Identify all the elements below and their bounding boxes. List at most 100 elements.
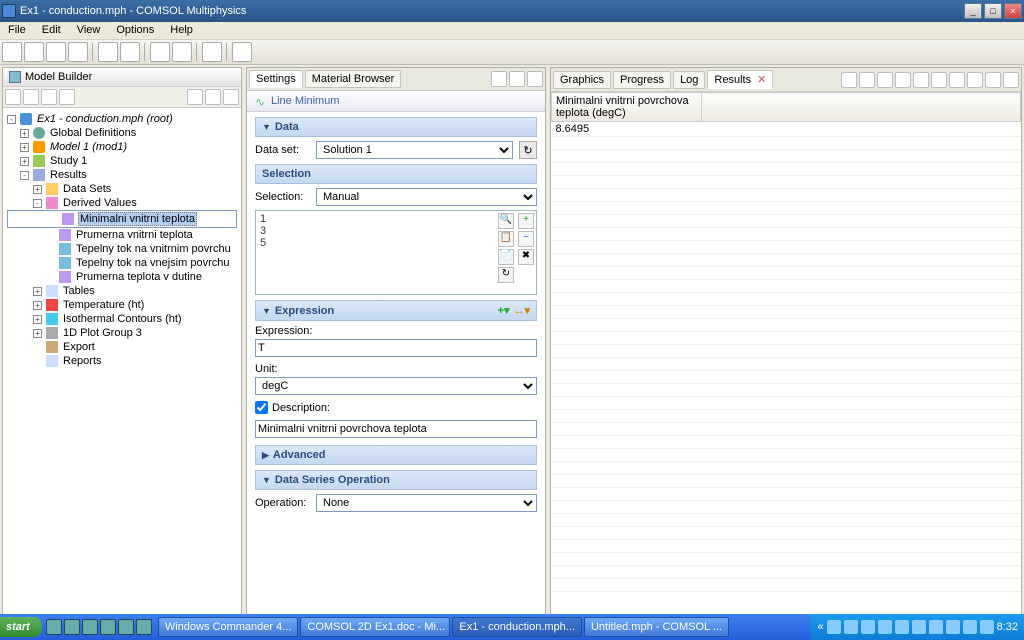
- dataset-select[interactable]: Solution 1: [316, 141, 513, 159]
- section-advanced[interactable]: ▶Advanced: [255, 445, 537, 465]
- menu-edit[interactable]: Edit: [34, 22, 69, 39]
- tree-tool-btn[interactable]: [41, 89, 57, 105]
- tab-material-browser[interactable]: Material Browser: [305, 70, 402, 88]
- description-checkbox[interactable]: [255, 401, 268, 414]
- tab-settings[interactable]: Settings: [249, 70, 303, 88]
- ql-icon[interactable]: [136, 619, 152, 635]
- results-tool-btn[interactable]: [895, 72, 911, 88]
- minimize-button[interactable]: _: [964, 3, 982, 19]
- ql-icon[interactable]: [64, 619, 80, 635]
- tray-icon[interactable]: [861, 620, 875, 634]
- tree-tool-btn[interactable]: [223, 89, 239, 105]
- tree-global-defs[interactable]: Global Definitions: [49, 127, 137, 139]
- tree-avg-dutina[interactable]: Prumerna teplota v dutine: [75, 271, 203, 283]
- tree-avg-teplota[interactable]: Prumerna vnitrni teplota: [75, 229, 194, 241]
- section-data[interactable]: ▼Data: [255, 117, 537, 137]
- toolbar-btn[interactable]: [68, 42, 88, 62]
- toolbar-btn[interactable]: [232, 42, 252, 62]
- panel-btn[interactable]: [509, 71, 525, 87]
- tab-graphics[interactable]: Graphics: [553, 71, 611, 89]
- tree-temperature[interactable]: Temperature (ht): [62, 299, 145, 311]
- results-tool-btn[interactable]: [1003, 72, 1019, 88]
- tray-icon[interactable]: [912, 620, 926, 634]
- toolbar-btn[interactable]: [2, 42, 22, 62]
- toolbar-btn[interactable]: [24, 42, 44, 62]
- tray-icon[interactable]: [929, 620, 943, 634]
- section-expression[interactable]: ▼Expression +▾ ↔▾: [255, 300, 537, 321]
- description-input[interactable]: [255, 420, 537, 438]
- expression-input[interactable]: [255, 339, 537, 357]
- task-comsol-untitled[interactable]: Untitled.mph - COMSOL ...: [584, 617, 729, 637]
- results-tool-btn[interactable]: [877, 72, 893, 88]
- toolbar-btn[interactable]: [172, 42, 192, 62]
- tree-tool-btn[interactable]: [23, 89, 39, 105]
- tree-tables[interactable]: Tables: [62, 285, 96, 297]
- menu-view[interactable]: View: [69, 22, 109, 39]
- unit-select[interactable]: degC: [255, 377, 537, 395]
- selection-select[interactable]: Manual: [316, 188, 537, 206]
- results-tool-btn[interactable]: [841, 72, 857, 88]
- sel-paste-button[interactable]: 📋: [498, 231, 514, 247]
- sel-add-button[interactable]: +: [518, 213, 534, 229]
- sel-next-button[interactable]: ↻: [498, 267, 514, 283]
- task-wincmd[interactable]: Windows Commander 4...: [158, 617, 299, 637]
- results-cell[interactable]: 8.6495: [552, 122, 702, 137]
- tab-progress[interactable]: Progress: [613, 71, 671, 89]
- menu-file[interactable]: File: [0, 22, 34, 39]
- tree-model1[interactable]: Model 1 (mod1): [49, 141, 128, 153]
- toolbar-btn[interactable]: [46, 42, 66, 62]
- menu-help[interactable]: Help: [162, 22, 201, 39]
- tree-results[interactable]: Results: [49, 169, 88, 181]
- results-col-header-empty[interactable]: [702, 93, 1021, 122]
- tree-tool-btn[interactable]: [205, 89, 221, 105]
- task-word[interactable]: COMSOL 2D Ex1.doc - Mi...: [300, 617, 450, 637]
- tray-icon[interactable]: [844, 620, 858, 634]
- model-tree[interactable]: -Ex1 - conduction.mph (root) +Global Def…: [3, 108, 241, 617]
- tree-datasets[interactable]: Data Sets: [62, 183, 112, 195]
- tree-tok-vnitrni[interactable]: Tepelny tok na vnitrnim povrchu: [75, 243, 232, 255]
- sel-toggle-button[interactable]: 🔍: [498, 213, 514, 229]
- tab-log[interactable]: Log: [673, 71, 705, 89]
- close-button[interactable]: ×: [1004, 3, 1022, 19]
- task-comsol-ex1[interactable]: Ex1 - conduction.mph...: [452, 617, 582, 637]
- section-dso[interactable]: ▼Data Series Operation: [255, 470, 537, 490]
- tray-icon[interactable]: [980, 620, 994, 634]
- sel-clear-button[interactable]: ✖: [518, 249, 534, 265]
- toolbar-btn[interactable]: [98, 42, 118, 62]
- sel-remove-button[interactable]: −: [518, 231, 534, 247]
- tab-results[interactable]: Results✕: [707, 70, 773, 89]
- tray-icon[interactable]: [827, 620, 841, 634]
- tree-tool-btn[interactable]: [187, 89, 203, 105]
- tray-icon[interactable]: [946, 620, 960, 634]
- tree-tok-vnejsi[interactable]: Tepelny tok na vnejsim povrchu: [75, 257, 230, 269]
- menu-options[interactable]: Options: [108, 22, 162, 39]
- toolbar-btn[interactable]: [120, 42, 140, 62]
- dataset-goto-button[interactable]: ↻: [519, 141, 537, 159]
- tray-icon[interactable]: [963, 620, 977, 634]
- ql-icon[interactable]: [82, 619, 98, 635]
- tray-icon[interactable]: [895, 620, 909, 634]
- start-button[interactable]: start: [0, 617, 42, 637]
- maximize-button[interactable]: □: [984, 3, 1002, 19]
- tray-icon[interactable]: [878, 620, 892, 634]
- toolbar-btn[interactable]: [202, 42, 222, 62]
- results-tool-btn[interactable]: [913, 72, 929, 88]
- tree-iso[interactable]: Isothermal Contours (ht): [62, 313, 183, 325]
- results-tool-btn[interactable]: [859, 72, 875, 88]
- expr-replace-button[interactable]: ↔▾: [513, 304, 530, 317]
- operation-select[interactable]: None: [316, 494, 537, 512]
- results-col-header[interactable]: Minimalni vnitrni povrchova teplota (deg…: [552, 93, 702, 122]
- results-tool-btn[interactable]: [967, 72, 983, 88]
- tree-study1[interactable]: Study 1: [49, 155, 88, 167]
- tree-plotgroup[interactable]: 1D Plot Group 3: [62, 327, 143, 339]
- toolbar-btn[interactable]: [150, 42, 170, 62]
- ql-icon[interactable]: [118, 619, 134, 635]
- expr-add-button[interactable]: +▾: [498, 304, 510, 317]
- sel-copy-button[interactable]: 📄: [498, 249, 514, 265]
- tree-min-teplota[interactable]: Minimalni vnitrni teplota: [78, 212, 197, 226]
- selection-list[interactable]: 1 3 5: [256, 211, 496, 294]
- tree-tool-btn[interactable]: [5, 89, 21, 105]
- results-tool-btn[interactable]: [931, 72, 947, 88]
- ql-icon[interactable]: [100, 619, 116, 635]
- ql-icon[interactable]: [46, 619, 62, 635]
